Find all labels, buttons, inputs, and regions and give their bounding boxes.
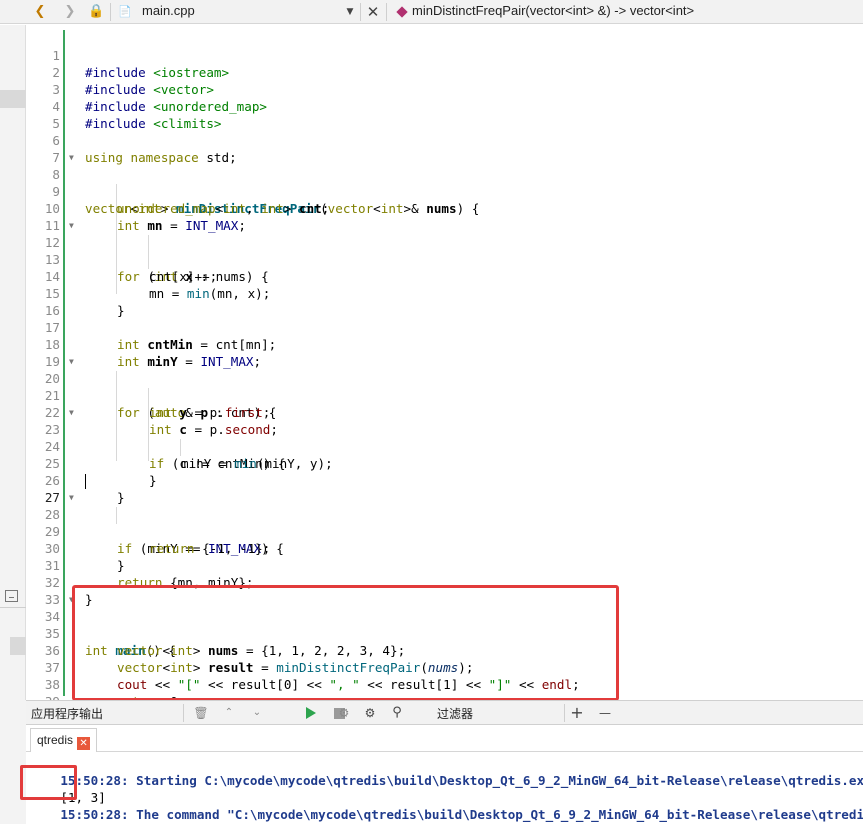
filter-input[interactable]: 过滤器 <box>437 705 473 722</box>
clear-icon[interactable]: 🗑 <box>192 704 210 722</box>
editor-toolbar: ❮ ❯ 🔒 📄 main.cpp ▼ ✕ minDistinctFreqPair… <box>0 0 863 24</box>
code-line: 12 ▼ for (int x : nums) { <box>27 217 863 284</box>
chevron-up-icon[interactable]: ⌃ <box>220 704 238 722</box>
code-line: 18 int minY = INT_MAX; <box>27 319 863 369</box>
toolbar-divider <box>360 3 361 21</box>
code-line: 10 int mn = INT_MAX; <box>27 183 863 233</box>
close-icon[interactable]: ✕ <box>77 737 91 750</box>
fold-arrow-icon[interactable]: ▼ <box>69 353 74 370</box>
code-line: 15 } <box>27 268 863 318</box>
code-line: 4 #include <climits> <box>27 81 863 131</box>
code-line: 29 return {-1, -1}; <box>27 506 863 556</box>
code-line: 9 unordered_map<int, int> cnt; <box>27 166 863 216</box>
file-selector[interactable]: main.cpp <box>142 3 195 18</box>
code-line: 16 <box>27 285 863 318</box>
code-line: 2 #include <vector> <box>27 47 863 97</box>
tab-label: qtredis <box>37 733 74 747</box>
chevron-down-icon[interactable]: ⌄ <box>248 704 266 722</box>
code-line: 5 <box>27 98 863 131</box>
toolbar-divider <box>564 704 565 722</box>
code-line: 28 ▼ if (minY == INT_MAX) { <box>27 489 863 556</box>
console-message: The command "C:\mycode\mycode\qtredis\bu… <box>136 807 863 822</box>
function-selector[interactable]: minDistinctFreqPair(vector<int> &) -> ve… <box>412 3 694 18</box>
code-line: 14 mn = min(mn, x); <box>27 251 863 301</box>
sidebar-bottom <box>0 700 26 824</box>
output-highlight <box>20 765 77 800</box>
panel-toggle-icon[interactable] <box>5 590 18 602</box>
console-line: 15:50:28: The command "C:\mycode\mycode\… <box>30 789 863 822</box>
main-function-highlight <box>72 585 619 701</box>
code-line: 8 ▼ vector<int> minDistinctFreqPair(vect… <box>27 149 863 216</box>
fold-arrow-icon[interactable]: ▼ <box>69 489 74 506</box>
code-line: 6 using namespace std; <box>27 115 863 165</box>
cpp-file-icon: 📄 <box>118 5 132 18</box>
code-line: 25 } <box>27 438 863 488</box>
code-line: 22 int c = p.second; <box>27 387 863 437</box>
search-icon: ⚲ <box>392 705 402 720</box>
code-line: 11 <box>27 200 863 233</box>
code-line: 3 #include <unordered_map> <box>27 64 863 114</box>
output-panel-toolbar: 应用程序输出 🗑 ⌃ ⌄ ⚙ ⚙ ⚲ 过滤器 + — <box>26 700 863 725</box>
fold-arrow-icon[interactable]: ▼ <box>69 149 74 166</box>
code-line: 21 int y = p.first; <box>27 370 863 420</box>
toolbar-divider <box>386 3 387 21</box>
forward-icon[interactable]: ❯ <box>62 2 78 22</box>
output-panel-title: 应用程序输出 <box>31 707 104 721</box>
code-line: 19 <box>27 336 863 369</box>
sidebar-marker <box>0 90 26 108</box>
output-console[interactable]: 15:50:28: Starting C:\mycode\mycode\qtre… <box>26 753 863 824</box>
back-icon[interactable]: ❮ <box>32 2 48 22</box>
output-tab-bar: qtredis ✕ <box>26 726 863 752</box>
console-line: 15:50:28: Starting C:\mycode\mycode\qtre… <box>30 755 863 788</box>
code-line: 7 <box>27 132 863 165</box>
code-line: 23 ▼ if (c != cntMin) { <box>27 404 863 471</box>
code-line: 27 <box>27 472 863 505</box>
fold-arrow-icon[interactable]: ▼ <box>69 217 74 234</box>
text-cursor <box>85 474 86 489</box>
run-icon[interactable] <box>306 707 316 719</box>
lock-icon[interactable]: 🔒 <box>88 2 104 22</box>
mode-sidebar <box>0 25 26 700</box>
code-line: 32 } <box>27 557 863 607</box>
sidebar-divider <box>0 607 26 608</box>
add-button[interactable]: + <box>568 704 586 722</box>
code-line: 31 return {mn, minY}; <box>27 540 863 590</box>
toolbar-divider <box>183 704 184 722</box>
function-icon <box>396 6 408 18</box>
attach-debugger-icon[interactable]: ⚙ <box>335 704 353 722</box>
code-line: 26 } <box>27 455 863 505</box>
timestamp: 15:50:28: <box>60 807 137 822</box>
gear-icon[interactable]: ⚙ <box>361 704 379 722</box>
code-line: 13 cnt[x]++; <box>27 234 863 284</box>
toolbar-divider <box>110 3 111 21</box>
sidebar-marker <box>10 637 26 655</box>
code-line: 30 } <box>27 523 863 573</box>
chevron-down-icon[interactable]: ▼ <box>344 2 356 22</box>
code-line: 17 int cntMin = cnt[mn]; <box>27 302 863 352</box>
minimize-button[interactable]: — <box>596 704 614 722</box>
console-message: Starting C:\mycode\mycode\qtredis\build\… <box>136 773 863 788</box>
close-icon[interactable]: ✕ <box>365 2 381 22</box>
code-line: 1 #include <iostream> <box>27 30 863 80</box>
code-line: 20 ▼ for (auto& p : cnt) { <box>27 353 863 420</box>
fold-arrow-icon[interactable]: ▼ <box>69 404 74 421</box>
code-line: 24 minY = min(minY, y); <box>27 421 863 471</box>
tab-qtredis[interactable]: qtredis ✕ <box>30 728 98 752</box>
